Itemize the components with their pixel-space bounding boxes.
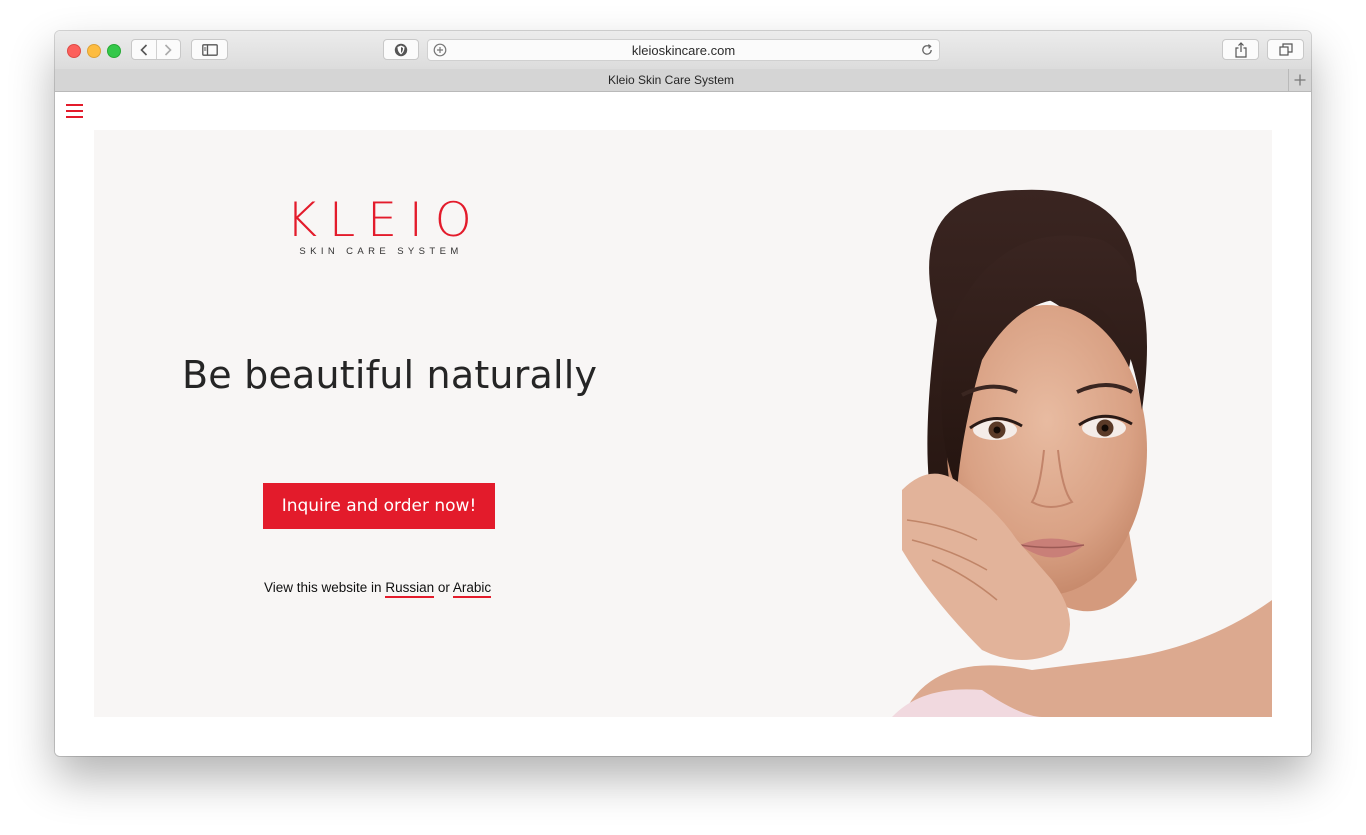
tabs-overview-button[interactable] — [1267, 39, 1304, 60]
model-portrait-image — [892, 189, 1272, 717]
close-window-button[interactable] — [67, 44, 81, 58]
hero-headline: Be beautiful naturally — [182, 353, 598, 397]
browser-toolbar: kleioskincare.com — [55, 31, 1311, 70]
brand-tagline: SKIN CARE SYSTEM — [299, 246, 463, 257]
language-joiner: or — [437, 580, 450, 595]
reload-icon[interactable] — [920, 43, 934, 57]
hero-section: KLEIO SKIN CARE SYSTEM Be beautiful natu… — [94, 130, 1272, 717]
forward-button[interactable] — [157, 40, 181, 59]
page-content: KLEIO SKIN CARE SYSTEM Be beautiful natu… — [55, 92, 1311, 756]
back-button[interactable] — [132, 40, 157, 59]
privacy-extension-button[interactable] — [383, 39, 419, 60]
chevron-left-icon — [140, 43, 147, 56]
new-tab-button[interactable] — [1288, 69, 1311, 91]
chevron-right-icon — [165, 43, 172, 56]
hamburger-menu-icon[interactable] — [66, 103, 84, 119]
language-link-arabic[interactable]: Arabic — [452, 580, 492, 598]
share-button[interactable] — [1222, 39, 1259, 60]
back-forward-group — [131, 39, 181, 60]
address-url[interactable]: kleioskincare.com — [428, 43, 939, 58]
zoom-window-button[interactable] — [107, 44, 121, 58]
share-icon — [1234, 41, 1247, 58]
brand-logo[interactable]: KLEIO SKIN CARE SYSTEM — [274, 193, 484, 258]
tab-bar: Kleio Skin Care System — [55, 69, 1311, 92]
shield-icon — [394, 43, 408, 56]
address-bar[interactable]: kleioskincare.com — [427, 39, 940, 61]
active-tab-title[interactable]: Kleio Skin Care System — [55, 73, 1287, 87]
language-prefix: View this website in — [264, 580, 382, 595]
minimize-window-button[interactable] — [87, 44, 101, 58]
language-link-russian[interactable]: Russian — [385, 580, 435, 598]
tabs-overview-icon — [1278, 43, 1293, 56]
plus-icon — [1294, 74, 1306, 86]
sidebar-button[interactable] — [191, 39, 228, 60]
browser-window: kleioskincare.com Kleio Skin Care System… — [55, 31, 1311, 756]
language-switcher: View this website in Russian or Arabic — [264, 580, 492, 598]
inquire-order-button[interactable]: Inquire and order now! — [263, 483, 495, 529]
brand-name: KLEIO — [286, 193, 484, 248]
sidebar-icon — [201, 43, 218, 56]
